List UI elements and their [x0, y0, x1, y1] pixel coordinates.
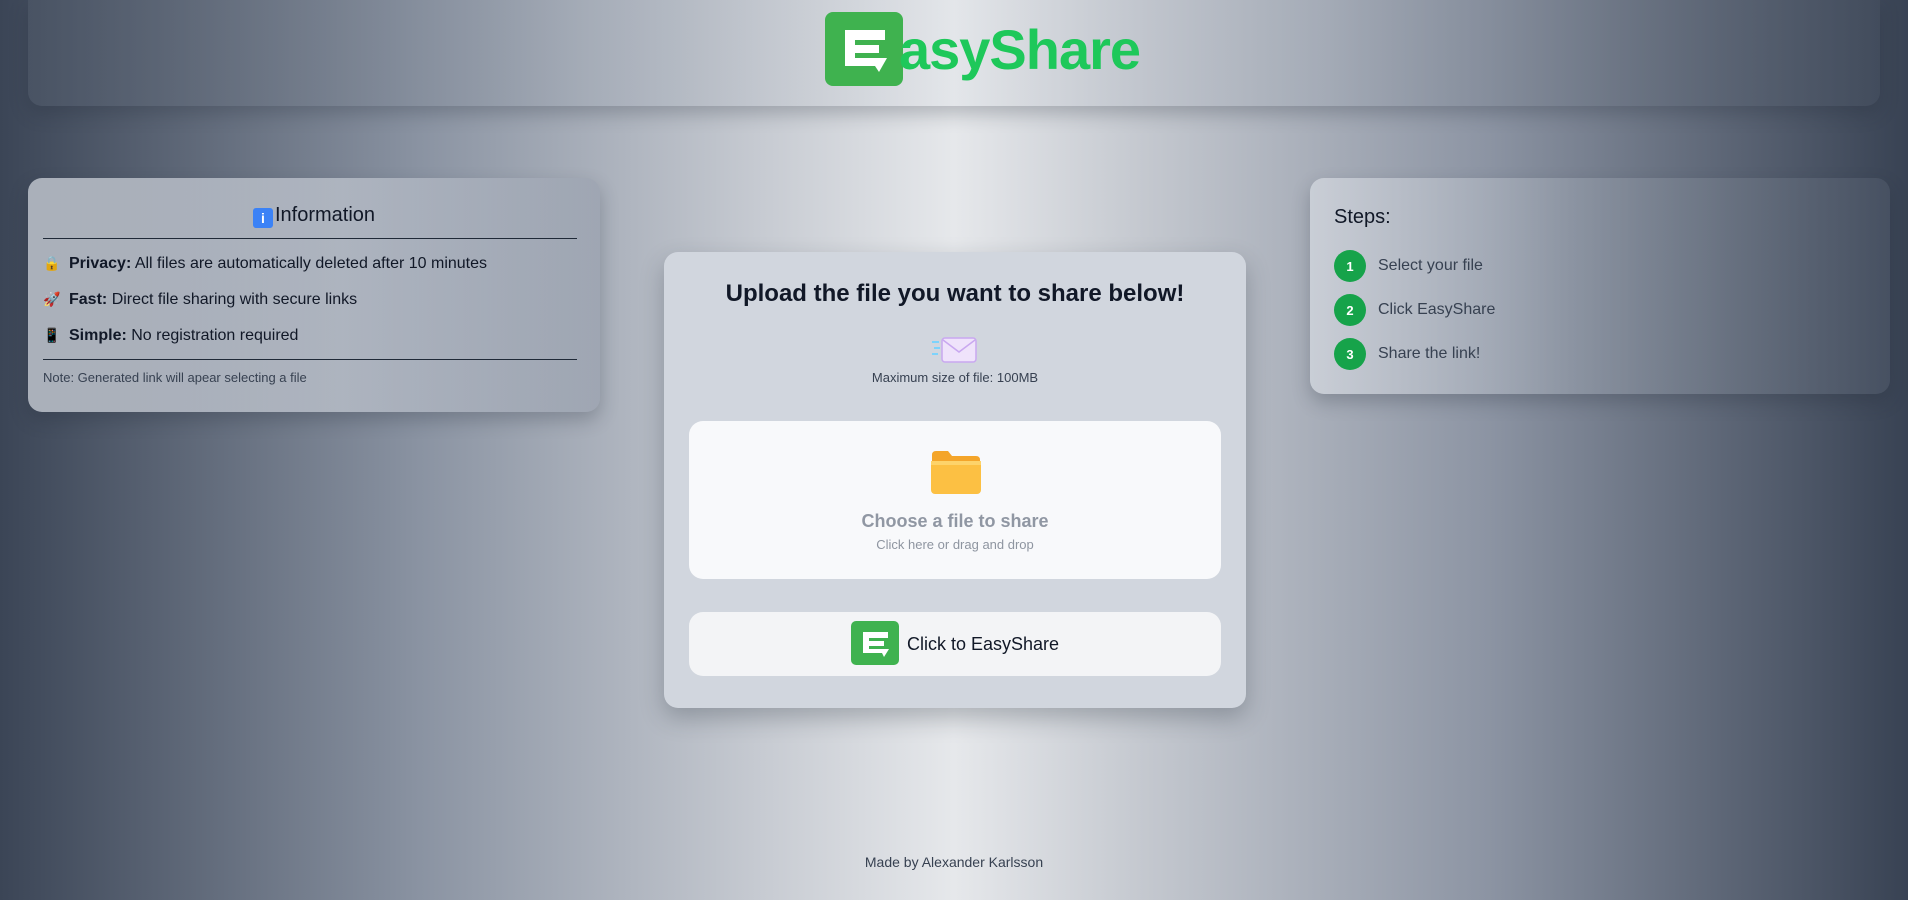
max-size-label: Maximum size of file: 100MB — [871, 370, 1039, 385]
lock-icon: 🔒 — [43, 255, 61, 271]
drop-zone-title: Choose a file to share — [861, 511, 1049, 531]
info-item-label: Privacy: — [69, 255, 132, 272]
divider — [43, 359, 577, 360]
easyshare-button-label: Click to EasyShare — [906, 633, 1060, 654]
upload-card: Upload the file you want to share below!… — [664, 252, 1246, 708]
info-note: Note: Generated link will apear selectin… — [43, 370, 307, 385]
info-item-fast: 🚀 Fast: Direct file sharing with secure l… — [43, 291, 357, 309]
information-card: i Information 🔒 Privacy: All files are aut… — [28, 178, 600, 412]
divider — [43, 238, 577, 239]
info-item-text: Direct file sharing with secure links — [111, 291, 358, 308]
file-drop-zone[interactable]: Choose a file to share Click here or dra… — [689, 421, 1221, 579]
information-title: i Information — [28, 204, 600, 228]
drop-zone-subtitle: Click here or drag and drop — [876, 537, 1034, 552]
step-item: 2 Click EasyShare — [1334, 294, 1495, 326]
info-item-privacy: 🔒 Privacy: All files are automatically de… — [43, 255, 487, 273]
easyshare-logo-icon — [850, 621, 899, 665]
logo-text: asyShare — [899, 18, 1141, 81]
footer-credit: Made by Alexander Karlsson — [864, 854, 1044, 870]
step-item: 3 Share the link! — [1334, 338, 1480, 370]
upload-title: Upload the file you want to share below! — [725, 280, 1185, 307]
step-label: Click EasyShare — [1378, 301, 1496, 318]
information-title-text: Information — [274, 204, 376, 226]
info-item-text: All files are automatically deleted afte… — [134, 255, 488, 272]
information-icon: i — [252, 208, 273, 228]
steps-card: Steps: 1 Select your file 2 Click EasySh… — [1310, 178, 1890, 394]
phone-icon: 📱 — [43, 327, 61, 343]
info-item-label: Fast: — [69, 291, 108, 308]
easyshare-logo-icon — [825, 12, 903, 86]
rocket-icon: 🚀 — [43, 291, 61, 307]
step-number-badge: 2 — [1334, 294, 1366, 326]
info-item-label: Simple: — [69, 327, 127, 344]
easyshare-logo[interactable]: asyShare — [825, 12, 1141, 88]
envelope-icon — [932, 337, 977, 363]
step-item: 1 Select your file — [1334, 250, 1483, 282]
step-label: Select your file — [1378, 257, 1483, 274]
steps-title: Steps: — [1334, 206, 1391, 228]
step-number-badge: 3 — [1334, 338, 1366, 370]
folder-icon — [931, 451, 981, 494]
info-item-text: No registration required — [131, 327, 299, 344]
step-number-badge: 1 — [1334, 250, 1366, 282]
info-item-simple: 📱 Simple: No registration required — [43, 327, 298, 345]
step-label: Share the link! — [1378, 345, 1481, 362]
easyshare-button[interactable]: Click to EasyShare — [689, 612, 1221, 676]
header-bar: asyShare — [28, 0, 1880, 106]
